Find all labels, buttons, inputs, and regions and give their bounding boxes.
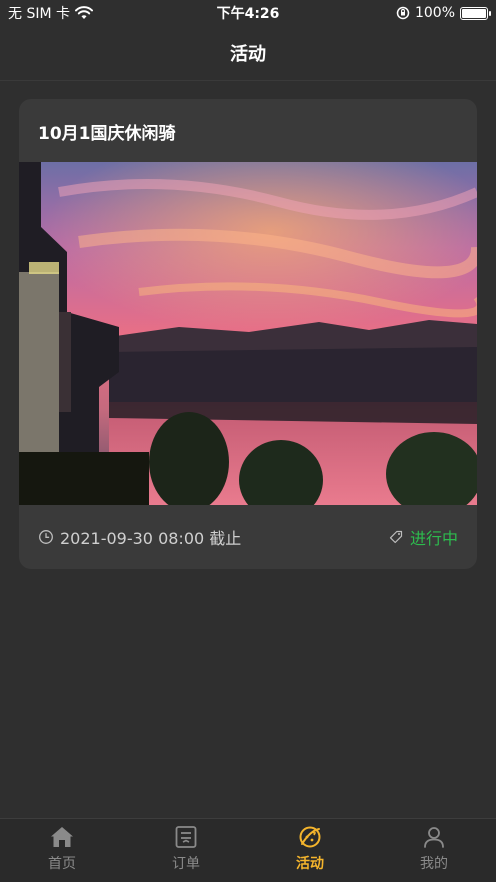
wifi-icon [75,6,93,19]
battery-icon [460,6,491,20]
tab-label-orders: 订单 [172,856,200,872]
tab-label-home: 首页 [48,856,76,872]
tab-orders[interactable]: 订单 [124,819,248,882]
page-title: 活动 [230,44,266,65]
tab-label-activity: 活动 [296,856,324,872]
home-icon [51,827,73,847]
carrier-label: 无 SIM 卡 [8,6,70,22]
activity-card[interactable]: 10月1国庆休闲骑 2021-09-30 08:00 截止 进行中 [19,99,477,569]
orientation-lock-icon [396,6,410,20]
tab-label-profile: 我的 [420,856,448,872]
status-badge: 进行中 [409,529,458,548]
clock-icon [39,530,53,544]
activity-footer: 2021-09-30 08:00 截止 进行中 [19,505,477,569]
status-left: 无 SIM 卡 [8,3,93,23]
profile-icon [424,827,444,848]
screen: 无 SIM 卡 下午4:26 100% 活动 10月1国庆休闲骑 2021-09… [0,0,496,882]
battery-percent: 100% [414,5,455,21]
deadline-text: 2021-09-30 08:00 截止 [60,529,242,548]
tab-profile[interactable]: 我的 [372,819,496,882]
order-icon [175,826,197,848]
tag-icon [389,530,403,544]
activity-status: 进行中 [388,525,458,549]
activity-title: 10月1国庆休闲骑 [38,124,176,144]
status-right: 100% [396,5,491,21]
tab-bar: 首页 订单 活动 我的 [0,818,496,882]
tab-home[interactable]: 首页 [0,819,124,882]
status-bar: 无 SIM 卡 下午4:26 100% [0,0,496,26]
navigation-bar: 活动 [0,26,496,81]
deadline-info: 2021-09-30 08:00 截止 [38,525,241,549]
activity-cover-image [19,162,477,505]
tab-activity[interactable]: 活动 [248,819,372,882]
activity-icon [299,826,321,848]
